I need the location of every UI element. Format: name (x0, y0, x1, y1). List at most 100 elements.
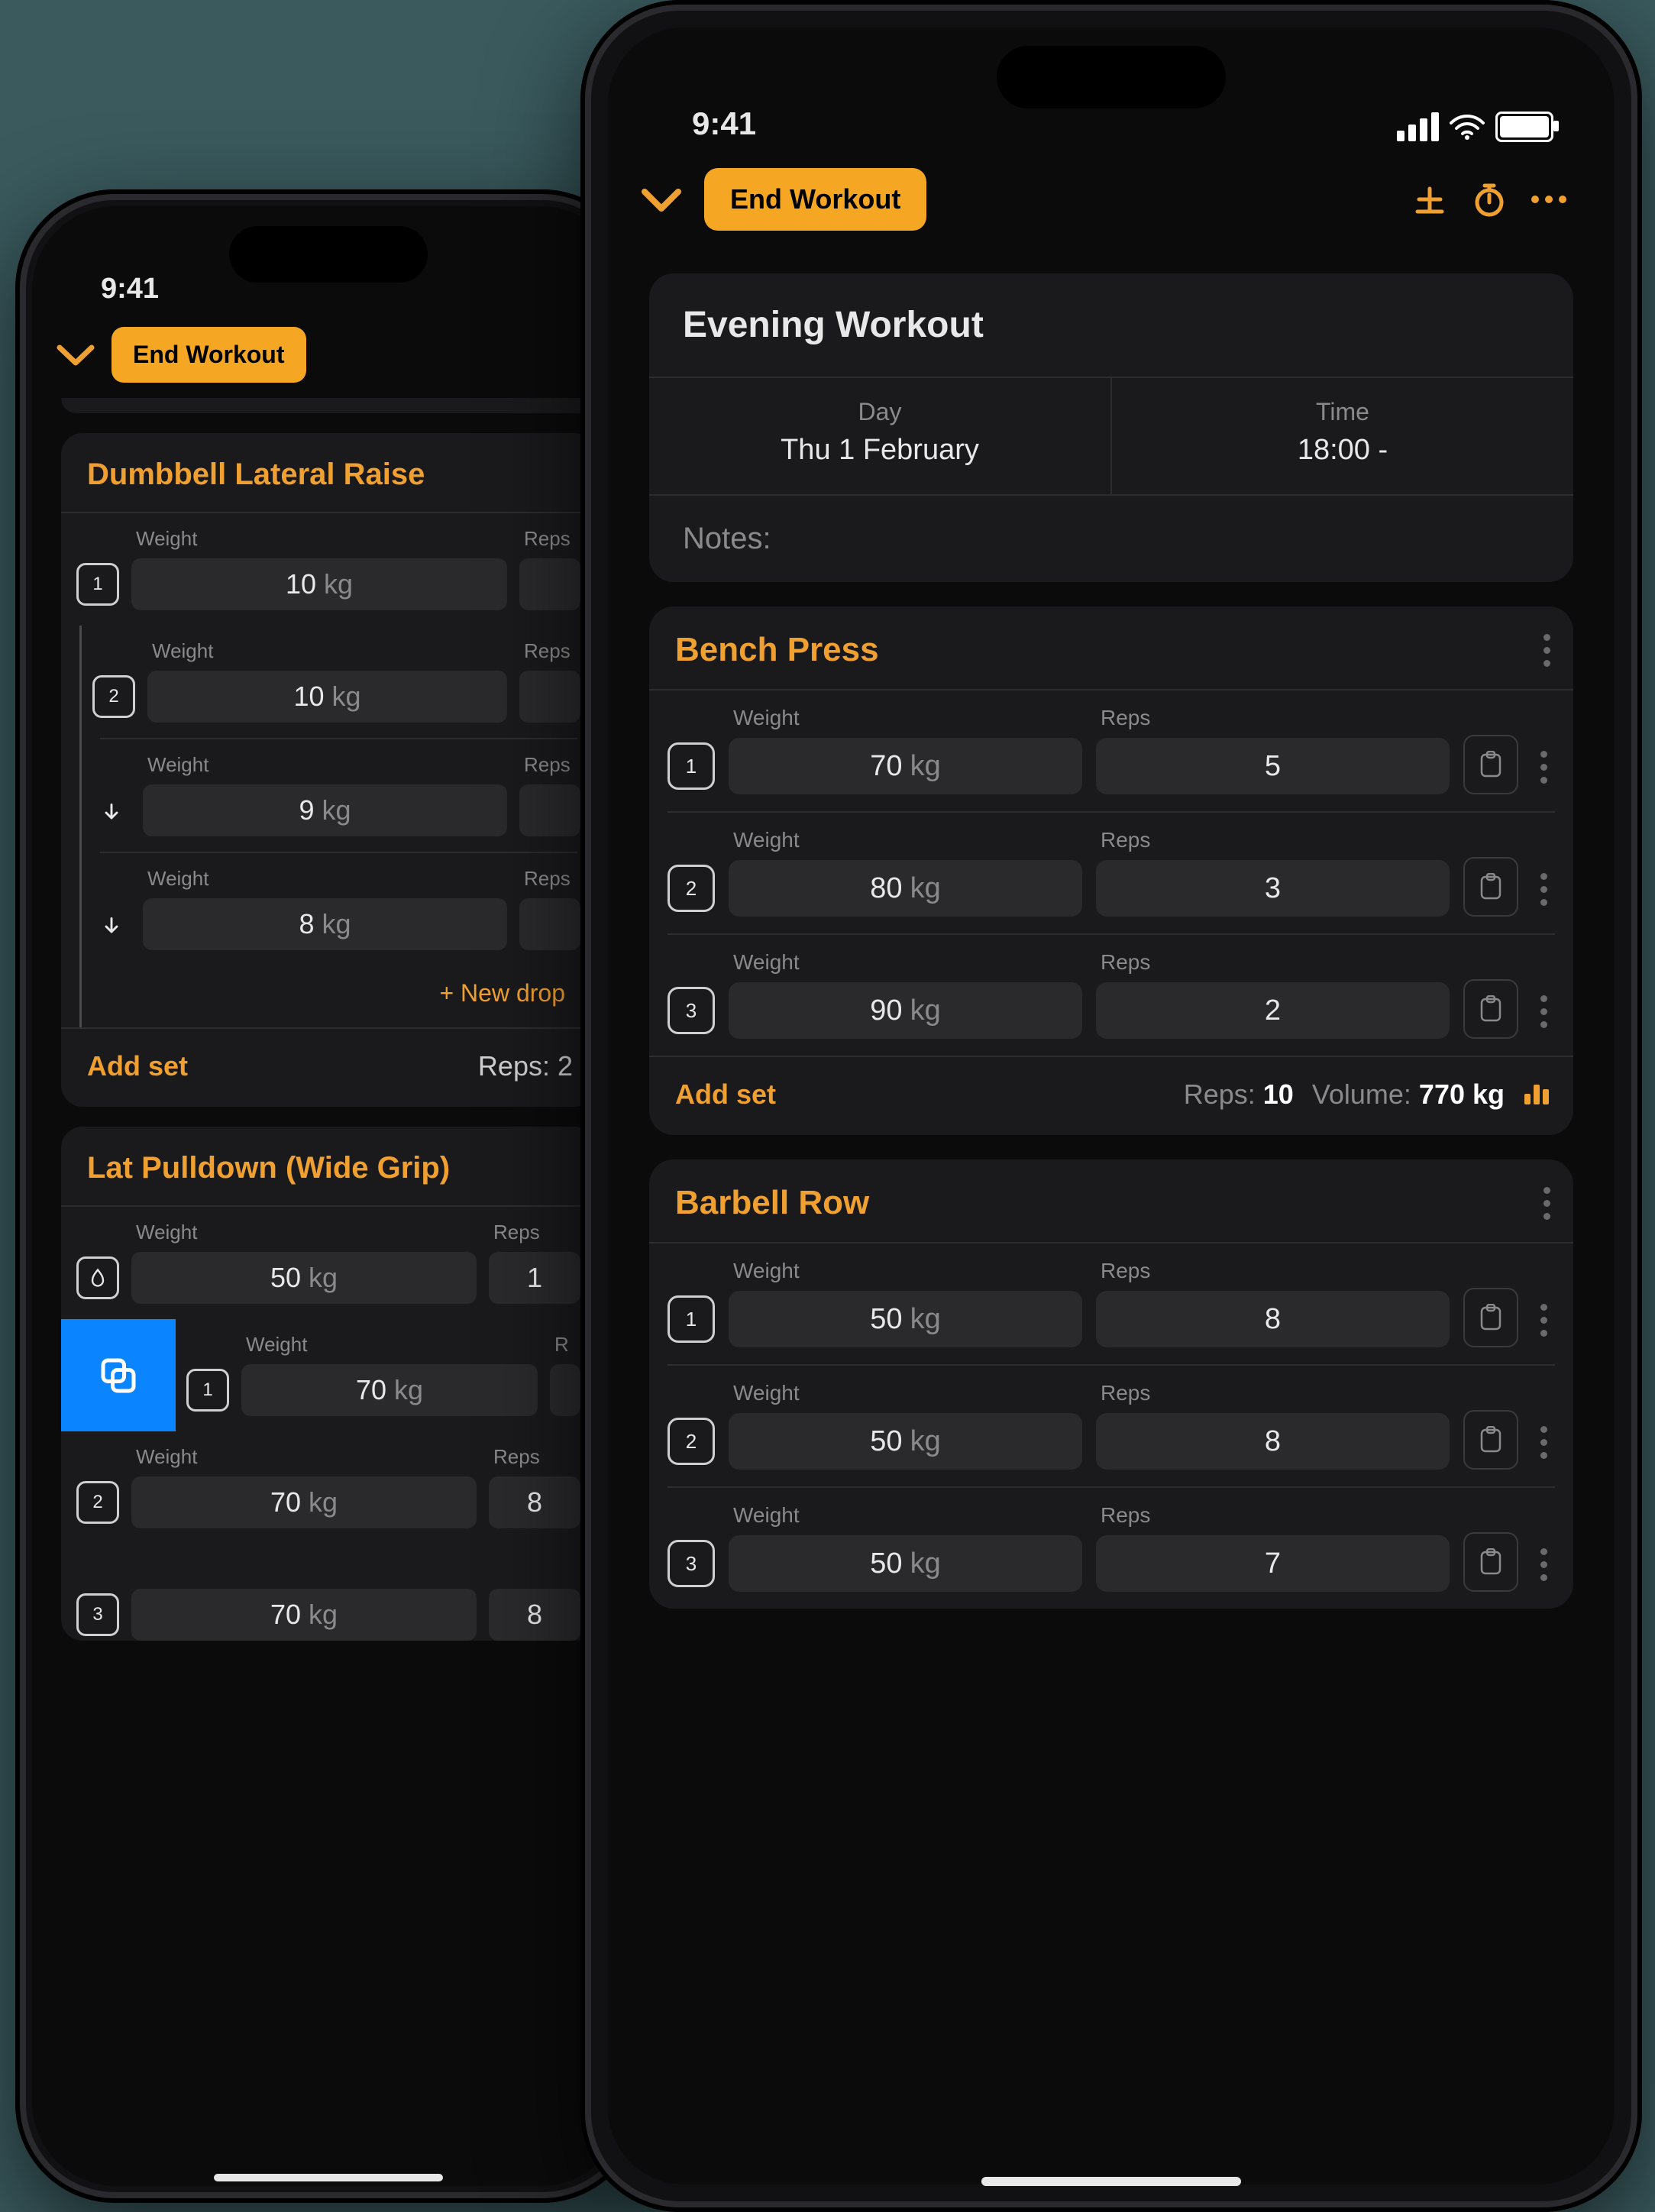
exercise-menu-icon[interactable] (1543, 634, 1550, 667)
weight-input[interactable]: 80kg (729, 860, 1082, 917)
reps-input[interactable]: 3 (1096, 860, 1450, 917)
more-icon[interactable] (1529, 179, 1569, 219)
clipboard-icon[interactable] (1463, 735, 1518, 794)
reps-input[interactable] (519, 558, 580, 610)
warmup-icon[interactable] (76, 1256, 119, 1299)
exercise-card: Barbell Row 1 Weight 50kg Reps 8 (649, 1159, 1573, 1609)
duplicate-action[interactable] (61, 1319, 176, 1431)
clipboard-icon[interactable] (1463, 1410, 1518, 1470)
set-number-badge[interactable]: 2 (76, 1481, 119, 1524)
weight-input[interactable]: 70kg (131, 1589, 477, 1641)
set-number-badge[interactable]: 3 (76, 1593, 119, 1636)
end-workout-button[interactable]: End Workout (112, 327, 306, 383)
time-cell[interactable]: Time 18:00 - (1110, 378, 1573, 494)
exercise-card: Bench Press 1 Weight 70kg Reps 5 (649, 606, 1573, 1135)
add-exercise-icon[interactable] (1410, 179, 1450, 219)
set-row: 2 Weight 70kg Reps 8 (61, 1431, 596, 1544)
set-number-badge[interactable]: 1 (186, 1369, 229, 1412)
weight-input[interactable]: 70kg (729, 738, 1082, 794)
end-workout-button[interactable]: End Workout (704, 168, 926, 231)
set-number-badge[interactable]: 2 (92, 675, 135, 718)
set-row: 1 Weight 50kg Reps 8 (649, 1243, 1573, 1364)
home-indicator[interactable] (214, 2174, 443, 2181)
reps-input[interactable]: 5 (1096, 738, 1450, 794)
drop-arrow-icon[interactable] (92, 794, 131, 832)
workout-meta-card: Evening Workout Day Thu 1 February Time … (649, 273, 1573, 582)
reps-input[interactable]: 8 (1096, 1413, 1450, 1470)
weight-input[interactable]: 8kg (143, 898, 507, 950)
set-menu-icon[interactable] (1532, 873, 1555, 906)
clipboard-icon[interactable] (1463, 857, 1518, 917)
exercise-title[interactable]: Barbell Row (675, 1184, 869, 1222)
clipboard-icon[interactable] (1463, 979, 1518, 1039)
reps-input[interactable] (519, 898, 580, 950)
reps-input[interactable] (550, 1364, 580, 1416)
set-number-badge[interactable]: 1 (76, 563, 119, 606)
reps-input[interactable]: 8 (1096, 1291, 1450, 1347)
drop-arrow-icon[interactable] (92, 907, 131, 946)
exercise-title[interactable]: Bench Press (675, 631, 879, 669)
set-number-badge[interactable]: 3 (667, 1540, 715, 1587)
notes-field[interactable]: Notes: (649, 494, 1573, 582)
set-number-badge[interactable]: 2 (667, 865, 715, 912)
screen-back: 9:41 End Workout Dumbbell Lateral Raise (32, 206, 625, 2186)
add-set-button[interactable]: Add set (675, 1079, 776, 1111)
screen-front: 9:41 End Workout (608, 27, 1615, 2185)
weight-input[interactable]: 50kg (131, 1252, 477, 1304)
battery-icon (1495, 112, 1553, 142)
phone-front: 9:41 End Workout (580, 0, 1642, 2212)
set-menu-icon[interactable] (1532, 1548, 1555, 1581)
weight-input[interactable]: 50kg (729, 1291, 1082, 1347)
set-menu-icon[interactable] (1532, 1304, 1555, 1337)
weight-input[interactable]: 10kg (131, 558, 507, 610)
set-number-badge[interactable]: 1 (667, 1295, 715, 1343)
weight-input[interactable]: 50kg (729, 1535, 1082, 1592)
set-row: 2 Weight 80kg Reps 3 (649, 813, 1573, 933)
reps-input[interactable]: 8 (489, 1476, 580, 1528)
weight-input[interactable]: 90kg (729, 982, 1082, 1039)
reps-input[interactable]: 1 (489, 1252, 580, 1304)
nav-bar: End Workout (32, 315, 625, 398)
reps-label: Reps (519, 527, 580, 551)
set-menu-icon[interactable] (1532, 995, 1555, 1028)
phone-back: 9:41 End Workout Dumbbell Lateral Raise (15, 189, 642, 2203)
dynamic-island (229, 226, 428, 283)
weight-input[interactable]: 9kg (143, 784, 507, 836)
exercise-card: Lat Pulldown (Wide Grip) Weight 50kg Rep… (61, 1127, 596, 1641)
set-number-badge[interactable]: 2 (667, 1418, 715, 1465)
weight-input[interactable]: 50kg (729, 1413, 1082, 1470)
cellular-icon (1397, 112, 1439, 141)
chevron-down-icon[interactable] (55, 340, 96, 370)
weight-input[interactable]: 10kg (147, 671, 507, 723)
clipboard-icon[interactable] (1463, 1532, 1518, 1592)
exercise-title[interactable]: Lat Pulldown (Wide Grip) (87, 1151, 450, 1185)
swipe-row: 1 Weight 70kg R (61, 1319, 596, 1431)
reps-input[interactable]: 2 (1096, 982, 1450, 1039)
home-indicator[interactable] (981, 2177, 1241, 2186)
weight-label: Weight (131, 527, 507, 551)
set-row: 3 Weight 90kg Reps 2 (649, 935, 1573, 1056)
weight-input[interactable]: 70kg (241, 1364, 538, 1416)
clipboard-icon[interactable] (1463, 1288, 1518, 1347)
workout-title[interactable]: Evening Workout (649, 273, 1573, 377)
day-cell[interactable]: Day Thu 1 February (649, 378, 1110, 494)
reps-input[interactable]: 7 (1096, 1535, 1450, 1592)
new-drop-button[interactable]: + New drop (82, 965, 596, 1027)
reps-input[interactable]: 8 (489, 1589, 580, 1641)
add-set-button[interactable]: Add set (87, 1050, 188, 1082)
timer-icon[interactable] (1469, 179, 1509, 219)
drop-set-group: 2 Weight 10kg Reps (79, 626, 596, 1027)
reps-input[interactable] (519, 784, 580, 836)
reps-input[interactable] (519, 671, 580, 723)
set-row: 3 . 70kg . 8 (61, 1544, 596, 1641)
set-row: 3 Weight 50kg Reps 7 (649, 1488, 1573, 1609)
bar-chart-icon[interactable] (1523, 1083, 1550, 1106)
weight-input[interactable]: 70kg (131, 1476, 477, 1528)
set-menu-icon[interactable] (1532, 1426, 1555, 1459)
exercise-menu-icon[interactable] (1543, 1187, 1550, 1220)
set-number-badge[interactable]: 3 (667, 987, 715, 1034)
chevron-down-icon[interactable] (638, 183, 684, 216)
exercise-title[interactable]: Dumbbell Lateral Raise (87, 458, 425, 492)
set-menu-icon[interactable] (1532, 751, 1555, 784)
set-number-badge[interactable]: 1 (667, 742, 715, 790)
